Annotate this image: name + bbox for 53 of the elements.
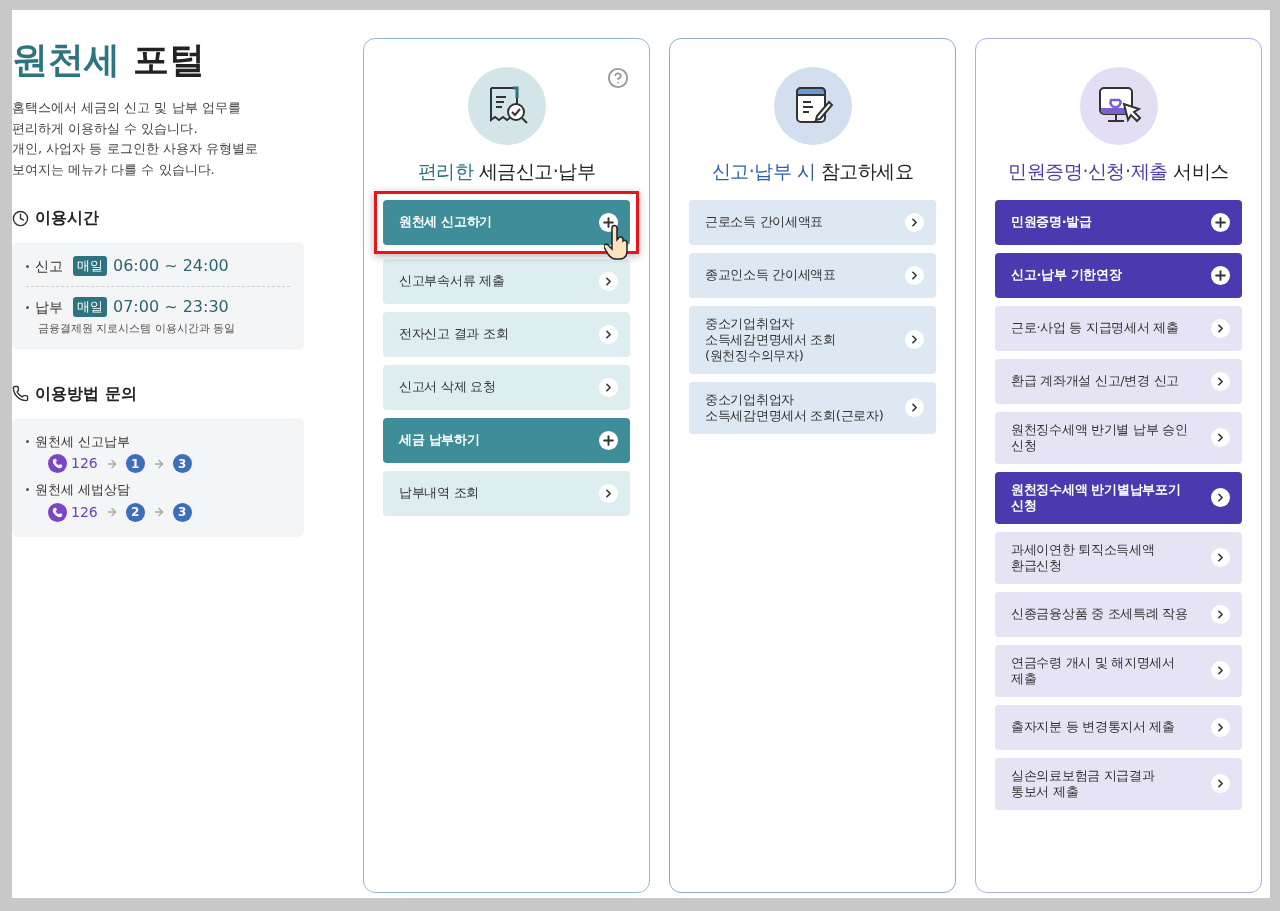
menu-item[interactable]: 납부내역 조회 <box>383 470 630 516</box>
menu-item[interactable]: 전자신고 결과 조회 <box>383 311 630 357</box>
menu-item[interactable]: 신종금융상품 중 조세특례 작용 <box>995 591 1242 637</box>
portal-title: 원천세 포털 <box>12 38 206 82</box>
card-title: 편리한 세금신고·납부 <box>416 159 597 184</box>
menu-item[interactable]: 과세이연한 퇴직소득세액 환급신청 <box>995 531 1242 584</box>
menu-item[interactable]: 세금 납부하기 <box>383 417 630 463</box>
help-icon[interactable] <box>607 67 629 89</box>
menu-item[interactable]: 민원증명·발급 <box>995 199 1242 245</box>
menu-item[interactable]: 중소기업취업자 소득세감면명세서 조회(근로자) <box>689 381 936 434</box>
section-title: 이용시간 <box>35 207 99 229</box>
step-number: 3 <box>172 502 192 522</box>
phone-icon <box>48 454 67 473</box>
card-title: 신고·납부 시 참고하세요 <box>710 159 915 184</box>
phone-icon <box>48 502 67 522</box>
phone-number: 126 <box>71 502 98 522</box>
menu-item[interactable]: 종교인소득 간이세액표 <box>689 252 936 298</box>
menu-item[interactable]: 원천징수세액 반기별납부포기 신청 <box>995 471 1242 524</box>
menu-item[interactable]: 원천세 신고하기 <box>383 199 630 245</box>
menu-item[interactable]: 출자지분 등 변경통지서 제출 <box>995 704 1242 750</box>
hours-note: 금융결제원 지로시스템 이용시간과 동일 <box>38 321 237 337</box>
section-title: 이용방법 문의 <box>35 382 137 405</box>
hours-label: 신고 <box>35 256 63 276</box>
menu-item[interactable]: 신고서 삭제 요청 <box>383 364 630 410</box>
menu-item[interactable]: 원천징수세액 반기별 납부 승인 신청 <box>995 411 1242 464</box>
step-number: 3 <box>172 454 192 473</box>
menu-item[interactable]: 중소기업취업자 소득세감면명세서 조회 (원천징수의무자) <box>689 305 936 374</box>
clock-icon <box>12 209 29 227</box>
menu-item[interactable]: 환급 계좌개설 신고/변경 신고 <box>995 358 1242 404</box>
step-number: 1 <box>125 454 145 473</box>
hours-label: 납부 <box>35 297 63 317</box>
menu-item[interactable]: 신고·납부 기한연장 <box>995 252 1242 298</box>
arrow-icon <box>105 506 118 518</box>
step-number: 2 <box>125 502 145 522</box>
menu-item[interactable]: 근로·사업 등 지급명세서 제출 <box>995 305 1242 351</box>
inquiry-label: 원천세 세법상담 <box>35 481 131 499</box>
menu-item[interactable]: 연금수령 개시 및 해지명세서 제출 <box>995 644 1242 697</box>
hours-time: 06:00 ~ 24:00 <box>113 255 229 277</box>
hand-cursor-icon <box>604 223 630 260</box>
menu-item[interactable]: 신고부속서류 제출 <box>383 258 630 304</box>
card-title: 민원증명·신청·제출 서비스 <box>1007 159 1230 184</box>
menu-item[interactable]: 실손의료보험금 지급결과 통보서 제출 <box>995 757 1242 810</box>
telephone-icon <box>12 385 29 402</box>
phone-number: 126 <box>71 454 98 473</box>
portal-description: 홈택스에서 세금의 신고 및 납부 업무를 편리하게 이용하실 수 있습니다. 개인, 사업자 등 로그인한 사용자 유형별로 보여지는 메뉴가 다를 수 있습니다. <box>12 99 259 179</box>
arrow-icon <box>105 457 118 470</box>
arrow-icon <box>152 506 165 518</box>
daily-badge: 매일 <box>73 256 107 276</box>
daily-badge: 매일 <box>73 297 107 317</box>
arrow-icon <box>152 457 165 470</box>
inquiry-label: 원천세 신고납부 <box>35 432 131 451</box>
menu-item[interactable]: 근로소득 간이세액표 <box>689 199 936 245</box>
hours-time: 07:00 ~ 23:30 <box>113 296 229 318</box>
